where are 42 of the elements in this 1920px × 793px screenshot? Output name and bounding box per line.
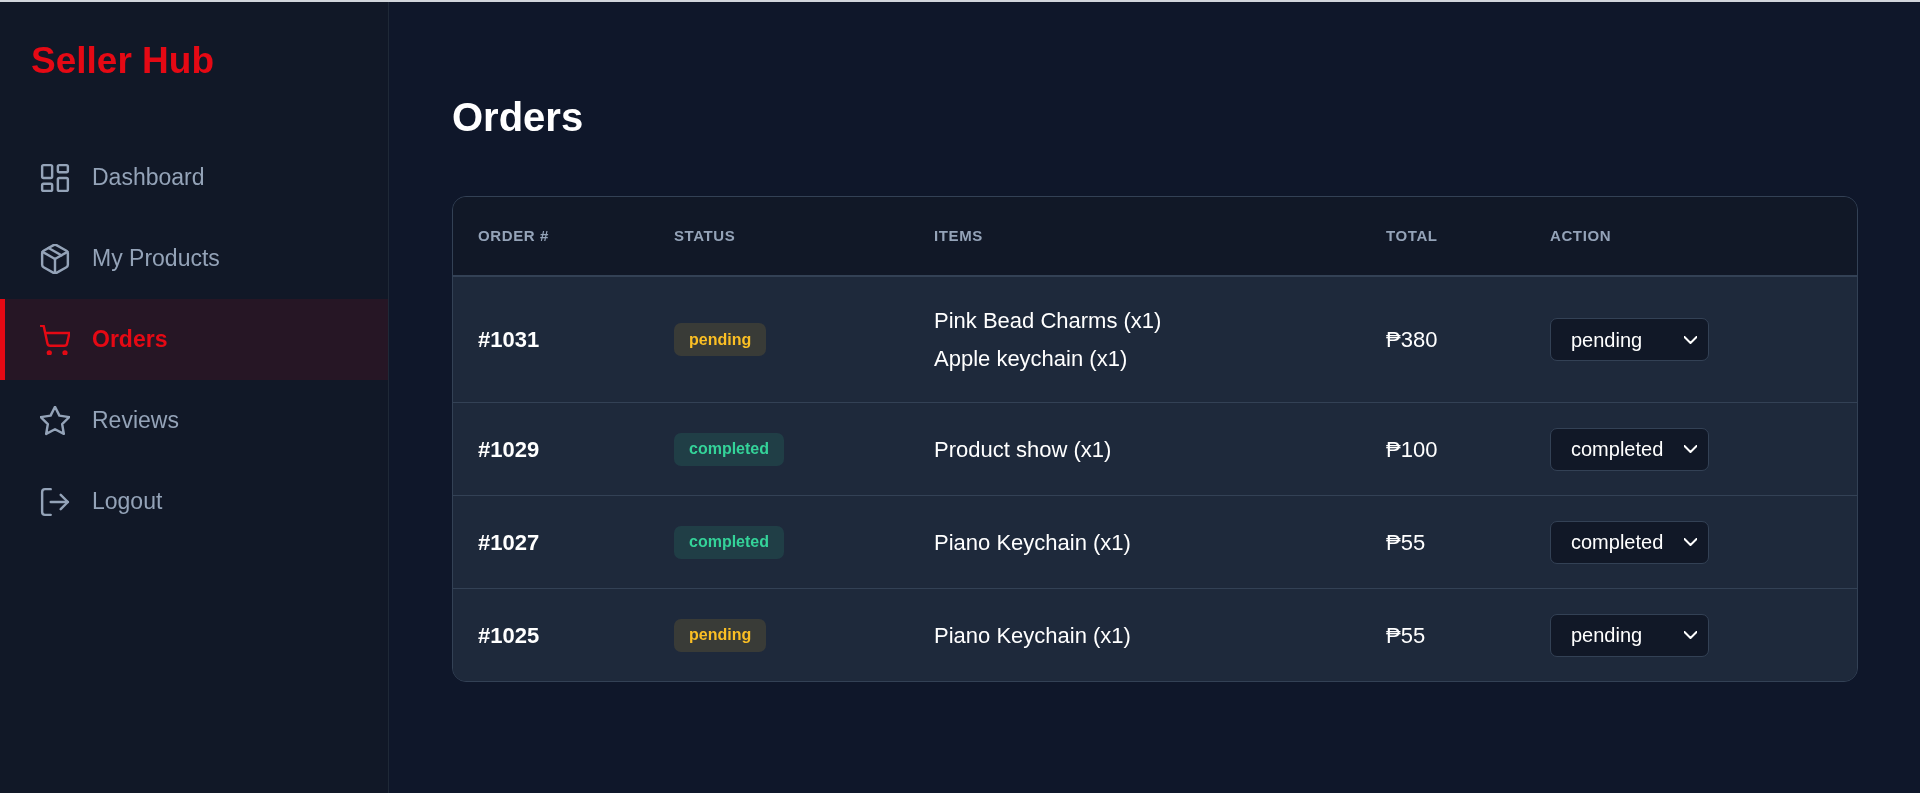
order-item: Piano Keychain (x1) — [934, 528, 1131, 557]
grid-icon — [40, 162, 70, 193]
order-number: #1029 — [478, 436, 540, 462]
sidebar-item[interactable]: My Products — [0, 218, 388, 299]
status-badge: completed — [674, 432, 784, 466]
column-header: ORDER # — [478, 227, 549, 244]
order-number: #1031 — [478, 327, 540, 352]
sidebar-item[interactable]: Reviews — [0, 380, 388, 461]
order-item: Product show (x1) — [934, 435, 1112, 464]
star-icon — [40, 405, 70, 436]
cart-icon — [40, 324, 70, 355]
sidebar-item[interactable]: Dashboard — [0, 137, 388, 218]
status-select[interactable]: pending — [1550, 613, 1709, 657]
order-item: Apple keychain (x1) — [934, 345, 1128, 373]
column-header: STATUS — [674, 227, 736, 244]
order-total: ₱55 — [1386, 529, 1426, 555]
order-item: Pink Bead Charms (x1) — [934, 307, 1162, 335]
column-header: TOTAL — [1386, 227, 1438, 244]
column-header: ITEMS — [934, 227, 983, 244]
status-badge: pending — [674, 618, 767, 652]
chevron-down-icon — [1684, 335, 1697, 344]
status-select[interactable]: completed — [1550, 520, 1709, 564]
order-total: ₱380 — [1386, 327, 1438, 352]
order-item: Piano Keychain (x1) — [934, 621, 1131, 650]
status-badge: completed — [674, 525, 784, 559]
box-icon — [40, 243, 70, 274]
logo-text: Seller Hub — [31, 39, 214, 83]
status-select[interactable]: pending — [1550, 318, 1709, 361]
page-title: Orders — [452, 94, 584, 141]
sidebar-item[interactable]: Orders — [0, 299, 388, 380]
sidebar-item[interactable]: Logout — [0, 461, 388, 542]
chevron-down-icon — [1684, 631, 1697, 639]
order-total: ₱100 — [1386, 436, 1438, 462]
order-number: #1025 — [478, 622, 540, 648]
order-total: ₱55 — [1386, 622, 1426, 648]
status-select[interactable]: completed — [1550, 427, 1709, 471]
chevron-down-icon — [1684, 445, 1697, 453]
status-badge: pending — [674, 323, 767, 356]
chevron-down-icon — [1684, 538, 1697, 546]
column-header: ACTION — [1550, 227, 1612, 244]
logout-icon — [40, 486, 70, 517]
order-number: #1027 — [478, 529, 540, 555]
